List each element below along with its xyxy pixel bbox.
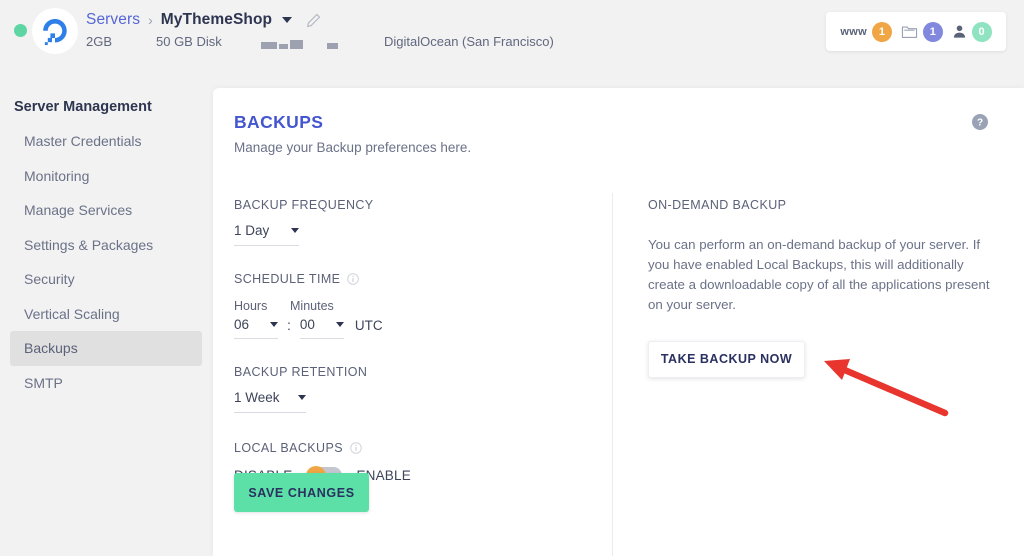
page-subtitle: Manage your Backup preferences here. bbox=[234, 140, 472, 155]
sidebar-item-monitoring[interactable]: Monitoring bbox=[10, 159, 202, 194]
on-demand-backup-description: You can perform an on-demand backup of y… bbox=[648, 237, 990, 312]
sidebar-item-master-credentials[interactable]: Master Credentials bbox=[10, 124, 202, 159]
badge-www[interactable]: www 1 bbox=[840, 21, 892, 42]
column-divider bbox=[612, 193, 613, 556]
timezone-label: UTC bbox=[354, 317, 383, 333]
server-provider: DigitalOcean (San Francisco) bbox=[384, 33, 554, 49]
minutes-select[interactable]: 00 bbox=[299, 317, 344, 339]
breadcrumb-servers-link[interactable]: Servers bbox=[86, 11, 140, 29]
breadcrumb-separator: › bbox=[148, 12, 153, 28]
backup-retention-select[interactable]: 1 Week bbox=[234, 390, 306, 413]
server-status-dot bbox=[14, 24, 27, 37]
folder-icon bbox=[901, 26, 917, 38]
chevron-down-icon bbox=[270, 322, 278, 327]
take-backup-now-button[interactable]: TAKE BACKUP NOW bbox=[648, 340, 805, 378]
chevron-down-icon bbox=[291, 228, 299, 233]
badge-folder-count: 1 bbox=[922, 21, 943, 42]
server-meta-row: 2GB 50 GB Disk DigitalOcean (San Francis… bbox=[86, 33, 554, 49]
server-private-ip-redacted bbox=[327, 33, 340, 49]
schedule-time-block: SCHEDULE TIME Hours Minutes 06: 00 UTC bbox=[234, 272, 594, 339]
info-icon[interactable] bbox=[350, 442, 362, 454]
sidebar-menu: Master Credentials Monitoring Manage Ser… bbox=[10, 124, 202, 400]
sidebar-item-manage-services[interactable]: Manage Services bbox=[10, 193, 202, 228]
backup-retention-block: BACKUP RETENTION 1 Week bbox=[234, 365, 594, 413]
hours-value: 06 bbox=[234, 317, 250, 332]
hours-label: Hours bbox=[234, 299, 268, 313]
badge-www-count: 1 bbox=[871, 21, 892, 42]
local-backups-label-row: LOCAL BACKUPS bbox=[234, 441, 594, 455]
server-ram: 2GB bbox=[86, 33, 113, 49]
backups-content-card: BACKUPS Manage your Backup preferences h… bbox=[213, 88, 1024, 556]
backup-retention-value: 1 Week bbox=[234, 390, 280, 405]
breadcrumb-server-name: MyThemeShop bbox=[160, 11, 273, 28]
digitalocean-logo-glyph bbox=[43, 19, 67, 46]
sidebar: Server Management Master Credentials Mon… bbox=[0, 62, 212, 556]
header-badges-card: www 1 1 0 bbox=[826, 12, 1006, 51]
badge-user-count: 0 bbox=[971, 21, 992, 42]
pencil-icon[interactable] bbox=[306, 13, 321, 28]
schedule-time-label-row: SCHEDULE TIME bbox=[234, 272, 594, 286]
breadcrumb: Servers › MyThemeShop bbox=[86, 11, 321, 29]
badge-folder[interactable]: 1 bbox=[901, 21, 943, 42]
sidebar-item-backups[interactable]: Backups bbox=[10, 331, 202, 366]
info-icon[interactable] bbox=[347, 273, 360, 285]
chevron-down-icon[interactable] bbox=[282, 17, 293, 23]
help-circle-icon[interactable]: ? bbox=[972, 114, 988, 130]
backup-frequency-select[interactable]: 1 Day bbox=[234, 223, 299, 246]
schedule-time-label: SCHEDULE TIME bbox=[234, 272, 341, 286]
backup-frequency-label: BACKUP FREQUENCY bbox=[234, 198, 374, 212]
top-header-bar: Servers › MyThemeShop 2GB 50 GB Disk Dig… bbox=[0, 0, 1024, 62]
save-changes-button[interactable]: SAVE CHANGES bbox=[234, 473, 369, 512]
sidebar-item-smtp[interactable]: SMTP bbox=[10, 366, 202, 401]
time-selectors-row: 06 : 00 UTC bbox=[234, 317, 594, 339]
on-demand-backup-title: ON-DEMAND BACKUP bbox=[648, 198, 787, 212]
time-colon: : bbox=[287, 317, 291, 333]
sidebar-item-vertical-scaling[interactable]: Vertical Scaling bbox=[10, 297, 202, 332]
www-text-icon: www bbox=[840, 25, 867, 38]
person-icon bbox=[953, 25, 965, 38]
digitalocean-logo-icon bbox=[32, 8, 78, 54]
backup-frequency-value: 1 Day bbox=[234, 223, 270, 238]
minutes-label: Minutes bbox=[290, 299, 334, 313]
page-title: BACKUPS bbox=[234, 112, 324, 132]
local-backups-label: LOCAL BACKUPS bbox=[234, 441, 343, 455]
hours-select[interactable]: 06 bbox=[234, 317, 278, 339]
page-root: Servers › MyThemeShop 2GB 50 GB Disk Dig… bbox=[0, 0, 1024, 556]
chevron-down-icon bbox=[335, 322, 344, 327]
server-disk: 50 GB Disk bbox=[156, 33, 222, 49]
backup-retention-label: BACKUP RETENTION bbox=[234, 365, 368, 379]
backup-settings-column: BACKUP FREQUENCY 1 Day SCHEDULE TIME Hou… bbox=[234, 198, 594, 486]
badge-user[interactable]: 0 bbox=[952, 21, 992, 42]
sidebar-item-settings-packages[interactable]: Settings & Packages bbox=[10, 228, 202, 263]
on-demand-backup-column: ON-DEMAND BACKUP You can perform an on-d… bbox=[648, 198, 993, 378]
sidebar-item-security[interactable]: Security bbox=[10, 262, 202, 297]
chevron-down-icon bbox=[298, 395, 306, 400]
time-column-headers: Hours Minutes bbox=[234, 299, 594, 313]
minutes-value: 00 bbox=[299, 317, 315, 332]
server-public-ip-redacted bbox=[261, 33, 305, 49]
sidebar-title: Server Management bbox=[14, 99, 152, 115]
svg-text:?: ? bbox=[977, 118, 983, 129]
